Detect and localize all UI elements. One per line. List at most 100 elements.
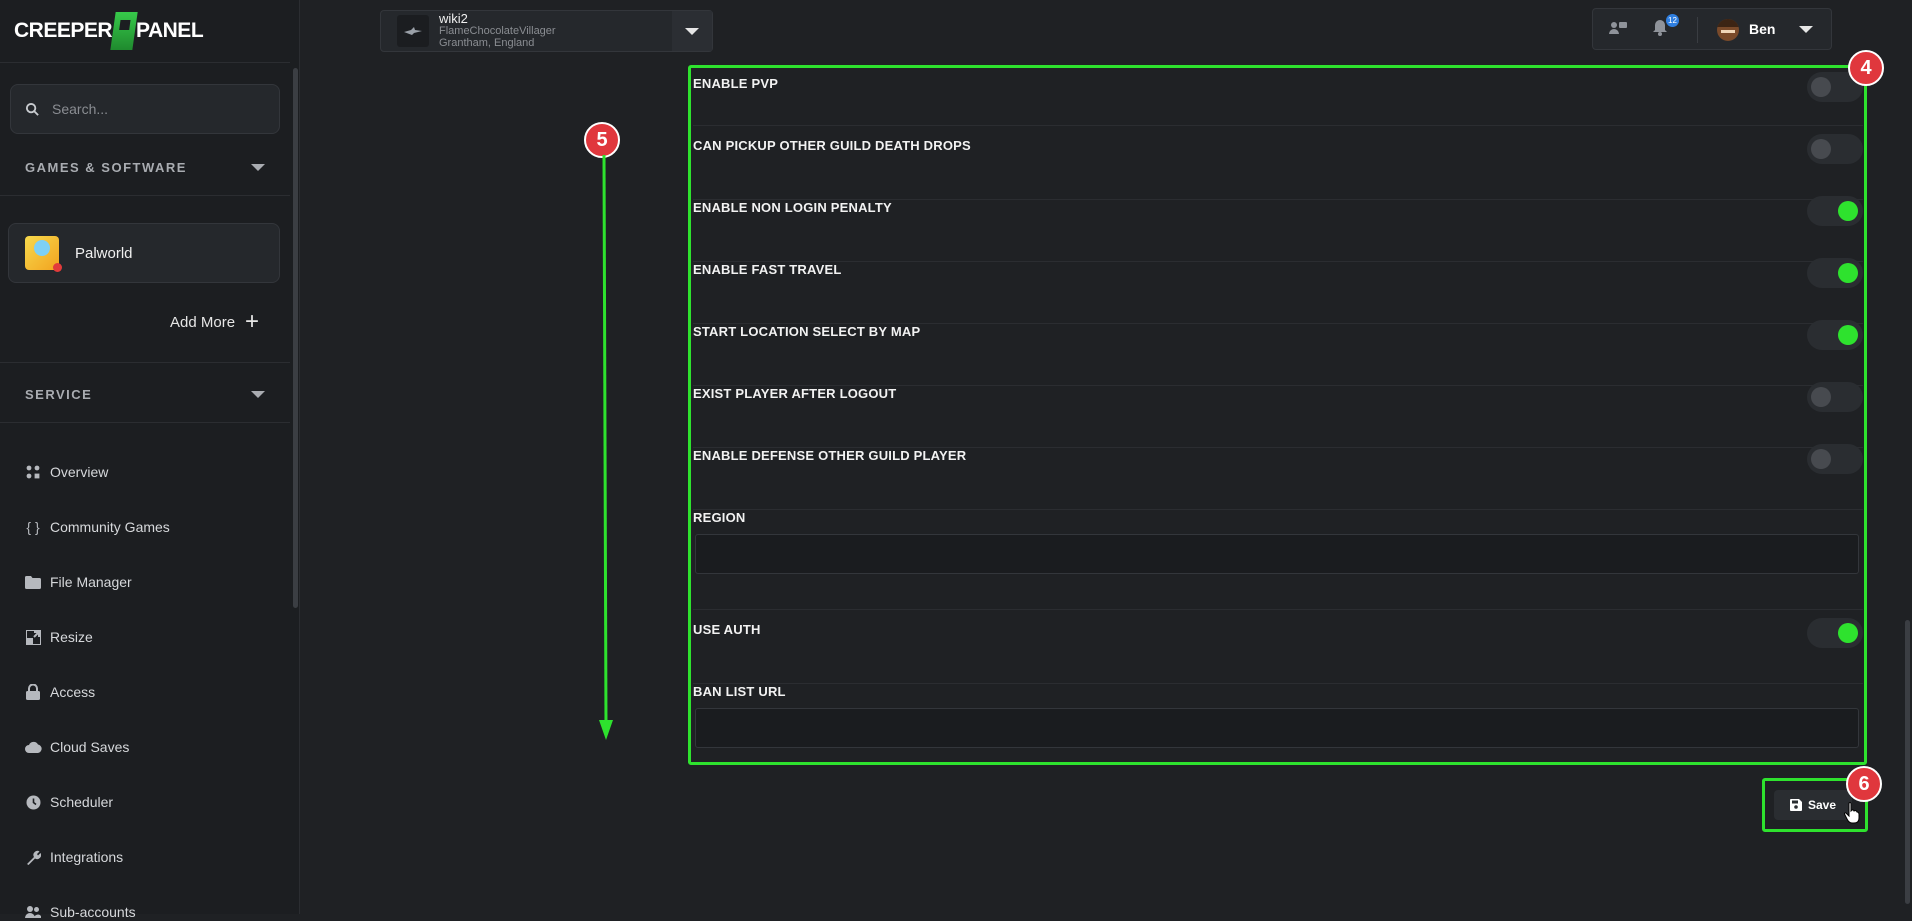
sidebar-item-label: Overview	[50, 464, 109, 480]
exist-player-toggle[interactable]	[1807, 382, 1863, 412]
non-login-penalty-toggle[interactable]	[1807, 196, 1863, 226]
divider	[0, 195, 290, 196]
setting-label: BAN LIST URL	[693, 684, 786, 699]
setting-label: CAN PICKUP OTHER GUILD DEATH DROPS	[693, 138, 971, 153]
sidebar-item-label: Cloud Saves	[50, 739, 130, 755]
setting-row-exist-player: EXIST PLAYER AFTER LOGOUT	[693, 382, 1863, 448]
save-button[interactable]: Save	[1774, 790, 1852, 820]
sidebar-item-access[interactable]: Access	[24, 683, 95, 701]
sidebar: CREEPER PANEL GAMES & SOFTWARE Palworld …	[0, 0, 300, 920]
users-icon	[24, 903, 42, 921]
sidebar-item-label: Integrations	[50, 849, 124, 865]
divider	[0, 62, 290, 63]
toggle-knob	[1811, 387, 1831, 407]
region-input[interactable]	[695, 534, 1859, 574]
chevron-down-icon	[251, 391, 265, 398]
grid-icon	[24, 463, 42, 481]
sidebar-item-resize[interactable]: Resize	[24, 628, 93, 646]
toggle-knob	[1811, 77, 1831, 97]
setting-label: ENABLE NON LOGIN PENALTY	[693, 200, 892, 215]
settings-panel: ENABLE PVP CAN PICKUP OTHER GUILD DEATH …	[688, 65, 1867, 765]
setting-label: ENABLE PVP	[693, 76, 779, 91]
clock-icon	[24, 793, 42, 811]
setting-row-non-login-penalty: ENABLE NON LOGIN PENALTY	[693, 196, 1863, 262]
add-more-button[interactable]: Add More +	[170, 308, 260, 335]
setting-row-use-auth: USE AUTH	[693, 618, 1863, 684]
chevron-down-icon	[685, 27, 699, 35]
plus-icon: +	[245, 308, 260, 335]
logo-text-left: CREEPER	[14, 19, 113, 42]
sidebar-item-label: Community Games	[50, 519, 170, 535]
server-id: FlameChocolateVillager	[439, 25, 556, 37]
logo-creeper-glyph	[110, 12, 138, 50]
server-name: wiki2	[439, 11, 468, 26]
start-location-toggle[interactable]	[1807, 320, 1863, 350]
defense-guild-toggle[interactable]	[1807, 444, 1863, 474]
search-icon	[25, 102, 39, 116]
sidebar-item-overview[interactable]: Overview	[24, 463, 108, 481]
setting-label: ENABLE FAST TRAVEL	[693, 262, 842, 277]
sidebar-item-integrations[interactable]: Integrations	[24, 848, 123, 866]
add-more-label: Add More	[170, 313, 236, 331]
setting-row-fast-travel: ENABLE FAST TRAVEL	[693, 258, 1863, 324]
setting-label: ENABLE DEFENSE OTHER GUILD PLAYER	[693, 448, 967, 463]
sidebar-item-file-manager[interactable]: File Manager	[24, 573, 132, 591]
logo-text-right: PANEL	[136, 19, 204, 42]
sidebar-item-label: Sub-accounts	[50, 904, 136, 920]
resize-icon	[24, 628, 42, 646]
search-input[interactable]	[52, 101, 272, 117]
sidebar-item-cloud-saves[interactable]: Cloud Saves	[24, 738, 129, 756]
service-section-header[interactable]: SERVICE	[25, 387, 265, 402]
user-name[interactable]: Ben	[1749, 21, 1775, 37]
ban-list-url-input[interactable]	[695, 708, 1859, 748]
toggle-knob	[1838, 263, 1858, 283]
sidebar-scrollbar[interactable]	[293, 68, 298, 608]
server-info: wiki2 FlameChocolateVillager Grantham, E…	[439, 11, 556, 49]
folder-icon	[24, 573, 42, 591]
sidebar-item-label: Resize	[50, 629, 93, 645]
guild-death-drops-toggle[interactable]	[1807, 134, 1863, 164]
sidebar-item-label: File Manager	[50, 574, 132, 590]
top-bar: wiki2 FlameChocolateVillager Grantham, E…	[300, 0, 1912, 62]
step-marker-4: 4	[1848, 50, 1884, 86]
setting-label: EXIST PLAYER AFTER LOGOUT	[693, 386, 897, 401]
server-icon	[397, 15, 429, 47]
setting-label: REGION	[693, 510, 746, 525]
chevron-down-icon[interactable]	[1799, 26, 1813, 33]
sidebar-item-sub-accounts[interactable]: Sub-accounts	[24, 903, 136, 921]
braces-icon: { }	[26, 519, 40, 535]
sidebar-item-community-games[interactable]: { } Community Games	[24, 518, 170, 536]
step-marker-6: 6	[1846, 766, 1882, 802]
chevron-down-icon	[251, 164, 265, 171]
creeperpanel-logo[interactable]: CREEPER PANEL	[14, 10, 204, 52]
toggle-knob	[1838, 623, 1858, 643]
search-box[interactable]	[10, 84, 280, 134]
bell-icon[interactable]	[1653, 20, 1667, 36]
toggle-knob	[1811, 449, 1831, 469]
sidebar-item-label: Access	[50, 684, 96, 700]
lock-icon	[24, 683, 42, 701]
save-label: Save	[1807, 798, 1837, 812]
toggle-knob	[1811, 139, 1831, 159]
scroll-down-arrow	[599, 155, 613, 740]
setting-row-start-location: START LOCATION SELECT BY MAP	[693, 320, 1863, 386]
server-dropdown-button[interactable]	[672, 11, 712, 51]
game-card-palworld[interactable]: Palworld	[8, 223, 280, 283]
main-scrollbar[interactable]	[1905, 620, 1910, 904]
toggle-knob	[1838, 201, 1858, 221]
hand-cursor-icon	[1844, 802, 1860, 824]
avatar[interactable]	[1717, 19, 1739, 41]
use-auth-toggle[interactable]	[1807, 618, 1863, 648]
server-selector[interactable]: wiki2 FlameChocolateVillager Grantham, E…	[380, 10, 713, 52]
game-name: Palworld	[75, 244, 133, 262]
sidebar-item-scheduler[interactable]: Scheduler	[24, 793, 113, 811]
service-section-label: SERVICE	[25, 387, 93, 402]
palworld-icon	[25, 236, 62, 272]
fast-travel-toggle[interactable]	[1807, 258, 1863, 288]
setting-row-ban-list-url: BAN LIST URL	[693, 684, 1863, 762]
divider	[0, 362, 290, 363]
games-section-header[interactable]: GAMES & SOFTWARE	[25, 160, 265, 175]
setting-row-enable-pvp: ENABLE PVP	[693, 72, 1863, 126]
floppy-disk-icon	[1789, 799, 1802, 811]
friends-icon[interactable]	[1609, 21, 1627, 35]
